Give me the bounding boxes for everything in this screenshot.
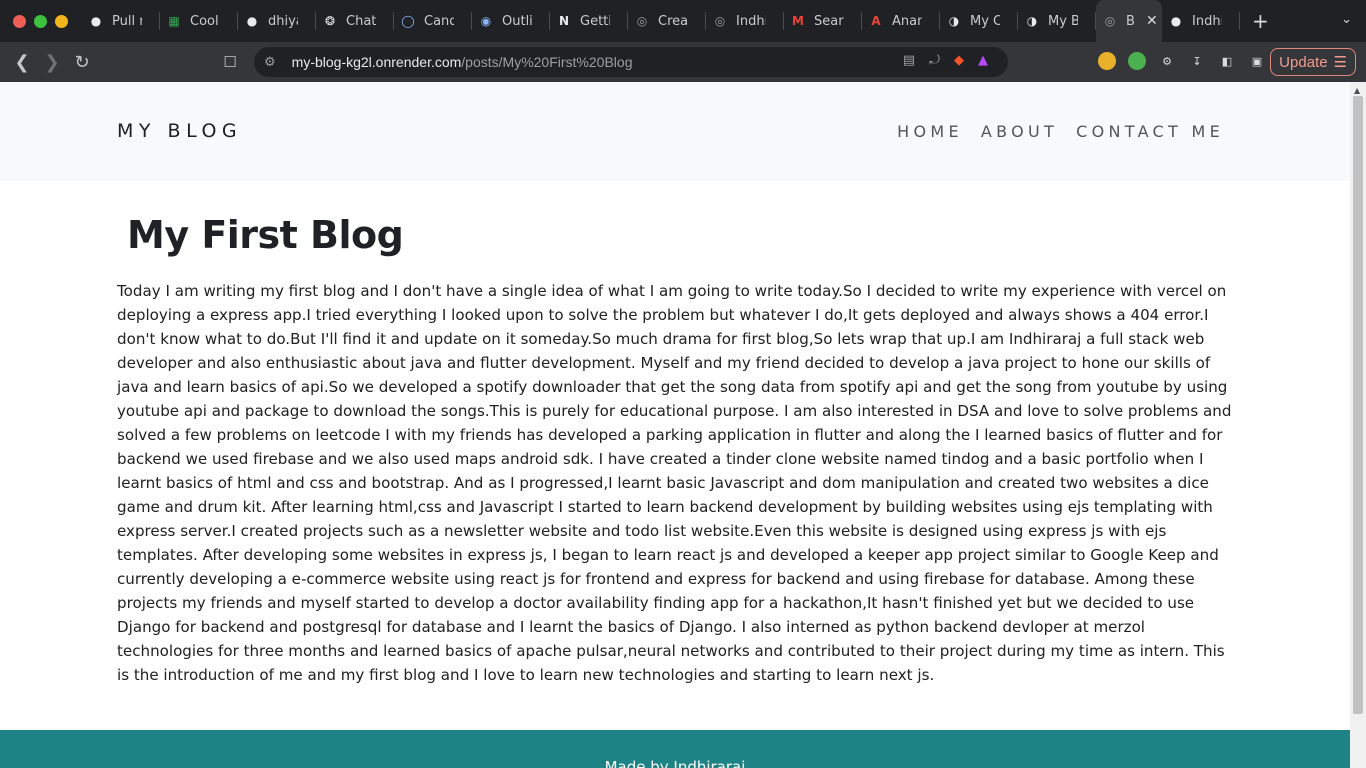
- tab-title: Cand: [424, 13, 454, 29]
- browser-tab-bar: ● Pull r ▦ Cool ● dhiya ❂ Chat ◯ Cand ◉ Outli N Getti…: [0, 0, 1366, 42]
- url-path: /posts/My%20First%20Blog: [461, 54, 633, 70]
- browser-tab[interactable]: ◎ B ✕: [1096, 0, 1162, 42]
- extensions-area: ⚙ ↧ ◧ ▣: [1098, 52, 1266, 70]
- tab-title: B: [1126, 13, 1135, 29]
- menu-icon: ☰: [1333, 54, 1347, 71]
- site-nav: HOME ABOUT CONTACT ME: [897, 122, 1224, 141]
- extension-coin-icon[interactable]: [1098, 52, 1116, 70]
- github-icon: ●: [90, 14, 102, 28]
- close-window-button[interactable]: [13, 14, 26, 28]
- site-header: MY BLOG HOME ABOUT CONTACT ME: [0, 82, 1350, 181]
- browser-tab[interactable]: ● dhiya: [238, 0, 316, 42]
- browser-toolbar: ❮ ❯ ↻ ☐ ⚙ my-blog-kg2l.onrender.com/post…: [0, 42, 1366, 82]
- new-tab-button[interactable]: +: [1252, 9, 1269, 33]
- bookmark-icon[interactable]: ☐: [215, 53, 245, 71]
- forward-button[interactable]: ❯: [37, 52, 67, 73]
- tab-title: Crea: [658, 13, 688, 29]
- reader-mode-icon[interactable]: ▤: [903, 53, 915, 68]
- tab-strip: ● Pull r ▦ Cool ● dhiya ❂ Chat ◯ Cand ◉ Outli N Getti…: [82, 0, 1240, 42]
- globe-icon: ◎: [636, 14, 648, 28]
- outlier-icon: ◉: [480, 14, 492, 28]
- browser-tab[interactable]: ◉ Outli: [472, 0, 550, 42]
- tab-title: Anan: [892, 13, 922, 29]
- tab-title: Getti: [580, 13, 610, 29]
- tab-title: Outli: [502, 13, 532, 29]
- nav-home-link[interactable]: HOME: [897, 122, 963, 141]
- footer-credit: Made by Indhiraraj: [604, 758, 746, 768]
- acrobat-icon: A: [871, 14, 881, 28]
- browser-tab[interactable]: ● Indhi: [1162, 0, 1240, 42]
- browser-tab[interactable]: A Anan: [862, 0, 940, 42]
- page-scrollbar[interactable]: ▲: [1350, 82, 1366, 768]
- brave-rewards-icon[interactable]: ▲: [978, 53, 988, 68]
- tab-title: Pull r: [112, 13, 142, 29]
- reload-button[interactable]: ↻: [67, 52, 97, 73]
- browser-tab[interactable]: ◑ My B: [1018, 0, 1096, 42]
- omnibox-icons: ▤ ⤾ ◆ ▲: [903, 53, 988, 68]
- brave-shields-icon[interactable]: ◆: [954, 53, 964, 68]
- post-body: Today I am writing my first blog and I d…: [117, 282, 1232, 684]
- github-icon: ●: [246, 14, 258, 28]
- back-button[interactable]: ❮: [7, 52, 37, 73]
- next-icon: N: [558, 14, 570, 28]
- browser-tab[interactable]: M Searc: [784, 0, 862, 42]
- url-text[interactable]: my-blog-kg2l.onrender.com/posts/My%20Fir…: [292, 54, 633, 70]
- globe-icon: ◎: [714, 14, 726, 28]
- scrollbar-thumb[interactable]: [1353, 96, 1363, 714]
- nav-contact-link[interactable]: CONTACT ME: [1076, 122, 1224, 141]
- post-title: My First Blog: [127, 213, 404, 257]
- globe-icon: ◎: [1104, 14, 1116, 28]
- browser-tab[interactable]: ❂ Chat: [316, 0, 394, 42]
- site-info-icon[interactable]: ⚙: [264, 55, 276, 70]
- gmail-icon: M: [792, 14, 804, 28]
- sheets-icon: ▦: [168, 14, 180, 28]
- scroll-up-arrow-icon[interactable]: ▲: [1354, 86, 1360, 95]
- browser-tab[interactable]: ◯ Cand: [394, 0, 472, 42]
- candidate-icon: ◯: [401, 14, 415, 28]
- url-host: my-blog-kg2l.onrender.com: [291, 54, 462, 70]
- tab-title: Chat: [346, 13, 376, 29]
- tab-title: Searc: [814, 13, 844, 29]
- tab-search-chevron-icon[interactable]: ⌄: [1341, 12, 1352, 27]
- tab-title: My C: [970, 13, 1000, 29]
- site-brand[interactable]: MY BLOG: [117, 120, 242, 142]
- nav-about-link[interactable]: ABOUT: [981, 122, 1058, 141]
- tab-title: Indhi: [736, 13, 766, 29]
- update-label: Update: [1279, 53, 1328, 71]
- update-button[interactable]: Update ☰: [1270, 48, 1356, 76]
- render-icon: ◑: [948, 14, 960, 28]
- github-icon: ●: [1170, 14, 1182, 28]
- browser-tab[interactable]: ◑ My C: [940, 0, 1018, 42]
- site-footer: Made by Indhiraraj: [0, 730, 1350, 768]
- extension-grammar-icon[interactable]: [1128, 52, 1146, 70]
- tab-title: Indhi: [1192, 13, 1222, 29]
- downloads-icon[interactable]: ↧: [1188, 52, 1206, 70]
- close-tab-icon[interactable]: ✕: [1146, 13, 1158, 29]
- browser-tab[interactable]: N Getti: [550, 0, 628, 42]
- tab-title: Cool: [190, 13, 219, 29]
- sidebar-icon[interactable]: ◧: [1218, 52, 1236, 70]
- browser-tab[interactable]: ▦ Cool: [160, 0, 238, 42]
- tab-title: My B: [1048, 13, 1078, 29]
- browser-tab[interactable]: ◎ Crea: [628, 0, 706, 42]
- address-bar[interactable]: ⚙ my-blog-kg2l.onrender.com/posts/My%20F…: [254, 47, 1008, 77]
- web-page: MY BLOG HOME ABOUT CONTACT ME My First B…: [0, 82, 1350, 768]
- extensions-puzzle-icon[interactable]: ⚙: [1158, 52, 1176, 70]
- share-icon[interactable]: ⤾: [929, 53, 940, 68]
- tab-title: dhiya: [268, 13, 298, 29]
- window-controls: [0, 14, 82, 28]
- maximize-window-button[interactable]: [34, 14, 47, 28]
- chatgpt-icon: ❂: [324, 14, 336, 28]
- render-icon: ◑: [1026, 14, 1038, 28]
- wallet-icon[interactable]: ▣: [1248, 52, 1266, 70]
- minimize-window-button[interactable]: [55, 14, 68, 28]
- browser-tab[interactable]: ● Pull r: [82, 0, 160, 42]
- browser-tab[interactable]: ◎ Indhi: [706, 0, 784, 42]
